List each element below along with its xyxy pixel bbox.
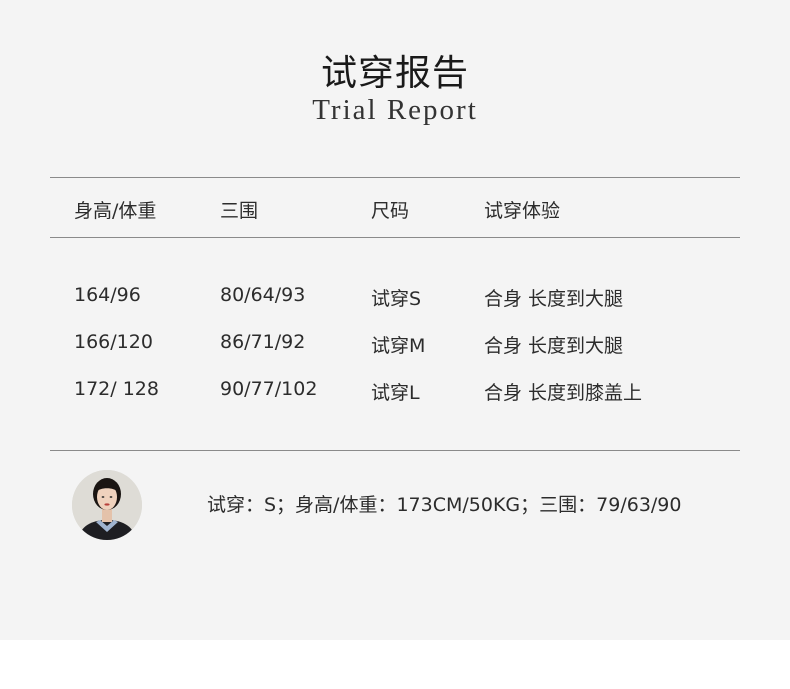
header-measurements: 三围 (220, 200, 259, 222)
model-avatar (72, 470, 142, 540)
table-cell-measurements: 80/64/93 (220, 284, 306, 306)
table-cell-size: 试穿M (371, 335, 426, 357)
table-cell-fit: 合身 长度到膝盖上 (484, 382, 643, 404)
table-cell-measurements: 86/71/92 (220, 331, 306, 353)
page-title-en: Trial Report (312, 94, 478, 126)
trial-report-panel: 试穿报告 Trial Report 身高/体重 三围 尺码 试穿体验 164/9… (0, 0, 790, 640)
table-cell-height-weight: 164/96 (74, 284, 141, 306)
table-cell-height-weight: 166/120 (74, 331, 153, 353)
table-cell-height-weight: 172/ 128 (74, 378, 159, 400)
page-title-cn: 试穿报告 (320, 53, 469, 94)
header-fit-experience: 试穿体验 (484, 200, 561, 222)
table-top-divider (50, 177, 740, 178)
table-cell-fit: 合身 长度到大腿 (484, 288, 624, 310)
table-cell-measurements: 90/77/102 (220, 378, 318, 400)
header-size: 尺码 (371, 200, 410, 222)
header-divider (50, 237, 740, 238)
table-bottom-divider (50, 450, 740, 451)
table-cell-size: 试穿L (371, 382, 420, 404)
model-portrait-illustration (72, 470, 142, 540)
header-height-weight: 身高/体重 (74, 200, 157, 222)
model-fit-info: 试穿：S；身高/体重：173CM/50KG；三围：79/63/90 (207, 494, 682, 516)
table-cell-fit: 合身 长度到大腿 (484, 335, 624, 357)
table-cell-size: 试穿S (371, 288, 422, 310)
